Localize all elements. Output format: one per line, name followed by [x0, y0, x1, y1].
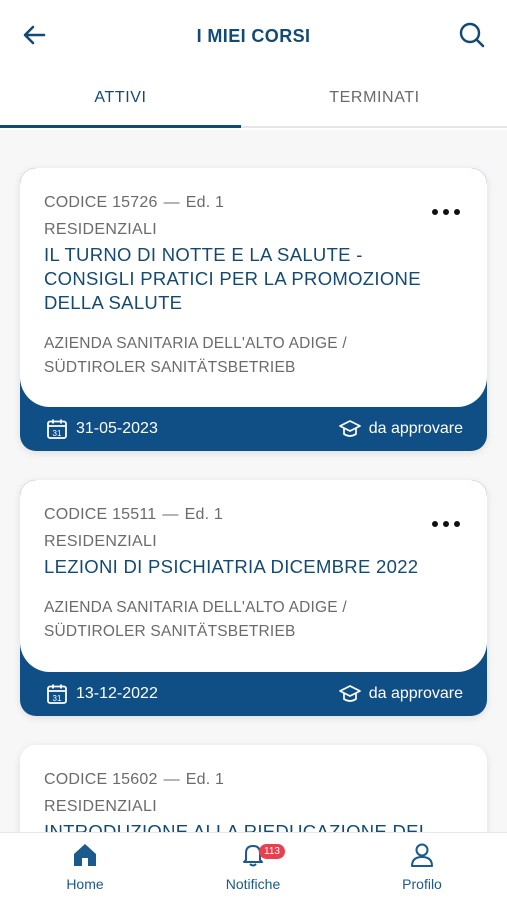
svg-text:31: 31	[53, 694, 62, 703]
svg-text:31: 31	[53, 429, 62, 438]
course-category: RESIDENZIALI	[44, 798, 157, 815]
course-date: 31 13-12-2022	[46, 683, 158, 705]
course-title-line: IL TURNO DI NOTTE E LA SALUTE -	[44, 244, 363, 265]
notification-badge: 113	[259, 844, 285, 859]
org-line: AZIENDA SANITARIA DELL'ALTO ADIGE /	[44, 335, 347, 352]
course-card[interactable]: CODICE 15726— Ed. 1 RESIDENZIALI IL TURNO…	[20, 168, 487, 451]
calendar-icon: 31	[47, 419, 67, 439]
dot	[442, 521, 449, 527]
course-date-text: 13-12-2022	[76, 685, 158, 702]
course-card[interactable]: CODICE 15602— Ed. 1 RESIDENZIALI INTRODUZ…	[20, 745, 487, 832]
search-button[interactable]	[457, 20, 487, 50]
tab-bar: ATTIVI TERMINATI	[0, 72, 507, 128]
dot	[442, 209, 449, 215]
course-status: da approvare	[338, 683, 463, 705]
course-title: LEZIONI DI PSICHIATRIA DICEMBRE 2022	[44, 555, 463, 579]
course-code-line: CODICE 15511— Ed. 1	[44, 506, 223, 523]
nav-profile-label: Profilo	[402, 876, 442, 892]
course-code: CODICE 15602	[44, 771, 158, 788]
org-line: SÜDTIROLER SANITÄTSBETRIEB	[44, 359, 296, 376]
course-edition: Ed. 1	[185, 194, 225, 211]
course-category: RESIDENZIALI	[44, 221, 157, 238]
course-title-line: DELLA SALUTE	[44, 292, 183, 313]
more-options-button[interactable]	[429, 202, 463, 216]
org-line: SÜDTIROLER SANITÄTSBETRIEB	[44, 623, 296, 640]
dot	[453, 521, 460, 527]
graduation-cap-icon	[338, 420, 361, 437]
more-options-button[interactable]	[429, 514, 463, 528]
course-date-text: 31-05-2023	[76, 420, 158, 437]
user-icon	[411, 843, 433, 867]
course-category: RESIDENZIALI	[44, 533, 157, 550]
course-status: da approvare	[338, 418, 463, 440]
course-organization: AZIENDA SANITARIA DELL'ALTO ADIGE / SÜDT…	[44, 332, 463, 380]
course-code: CODICE 15511	[44, 506, 157, 523]
top-bar: I MIEI CORSI	[0, 0, 507, 72]
course-title-line: CONSIGLI PRATICI PER LA PROMOZIONE	[44, 268, 421, 289]
dot	[431, 209, 438, 215]
course-card-body: CODICE 15511— Ed. 1 RESIDENZIALI LEZIONI …	[20, 480, 487, 672]
course-code: CODICE 15726	[44, 194, 158, 211]
course-title-line: LEZIONI DI PSICHIATRIA DICEMBRE 2022	[44, 556, 419, 577]
course-title-line: INTRODUZIONE ALLA RIEDUCAZIONE DEL	[44, 821, 430, 832]
course-list[interactable]: CODICE 15726— Ed. 1 RESIDENZIALI IL TURNO…	[0, 130, 507, 832]
nav-notifications-label: Notifiche	[225, 876, 281, 892]
course-card-body: CODICE 15726— Ed. 1 RESIDENZIALI IL TURNO…	[20, 168, 487, 407]
course-code-line: CODICE 15726— Ed. 1	[44, 194, 225, 211]
page-title: I MIEI CORSI	[196, 26, 311, 46]
course-title: INTRODUZIONE ALLA RIEDUCAZIONE DEL	[44, 820, 463, 832]
home-icon	[74, 844, 96, 866]
course-edition: Ed. 1	[184, 506, 223, 523]
calendar-icon: 31	[47, 684, 67, 704]
org-line: AZIENDA SANITARIA DELL'ALTO ADIGE /	[44, 599, 347, 616]
course-status-text: da approvare	[368, 685, 463, 702]
course-card-body: CODICE 15602— Ed. 1 RESIDENZIALI INTRODUZ…	[20, 745, 487, 832]
course-edition: Ed. 1	[185, 771, 225, 788]
nav-home-label: Home	[66, 876, 104, 892]
dot	[453, 209, 460, 215]
nav-home[interactable]: Home	[25, 841, 145, 892]
course-card-footer: 31 31-05-2023 da approvare	[20, 407, 487, 451]
search-icon	[459, 22, 485, 48]
nav-notifications[interactable]: 113 Notifiche	[193, 841, 313, 892]
course-title: IL TURNO DI NOTTE E LA SALUTE - CONSIGLI…	[44, 243, 463, 315]
dot	[431, 521, 438, 527]
course-status-text: da approvare	[368, 420, 463, 437]
course-date: 31 31-05-2023	[46, 418, 158, 440]
course-card-footer: 31 13-12-2022 da approvare	[20, 672, 487, 716]
bottom-navigation: Home 113 Notifiche Profilo	[0, 832, 507, 900]
course-organization: AZIENDA SANITARIA DELL'ALTO ADIGE / SÜDT…	[44, 596, 463, 644]
tab-terminati[interactable]: TERMINATI	[254, 72, 495, 128]
course-card[interactable]: CODICE 15511— Ed. 1 RESIDENZIALI LEZIONI …	[20, 480, 487, 716]
nav-profile[interactable]: Profilo	[362, 841, 482, 892]
course-code-line: CODICE 15602— Ed. 1	[44, 771, 225, 788]
tab-attivi[interactable]: ATTIVI	[0, 72, 241, 128]
app-screen: I MIEI CORSI ATTIVI TERMINATI CODICE 157…	[0, 0, 507, 900]
graduation-cap-icon	[338, 685, 361, 702]
